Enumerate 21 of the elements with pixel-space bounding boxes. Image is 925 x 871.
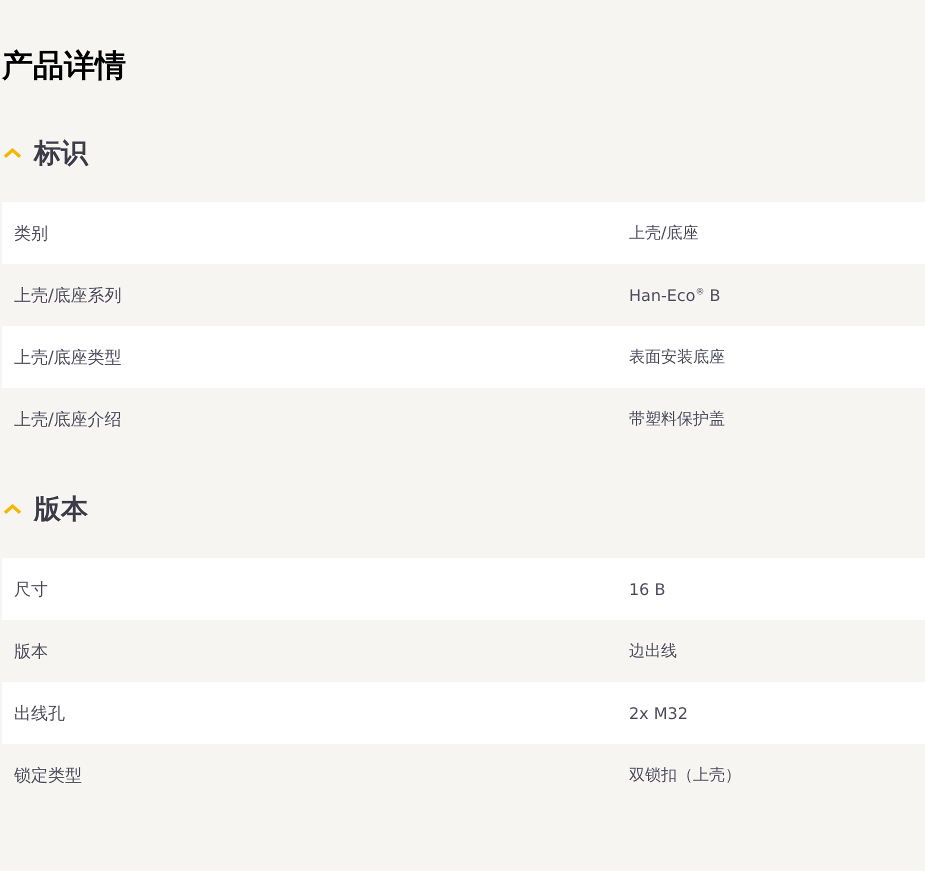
section-title[interactable]: 版本 bbox=[34, 491, 88, 527]
property-value: 16 B bbox=[629, 580, 666, 598]
property-label: 尺寸 bbox=[13, 578, 49, 600]
property-label: 上壳/底座类型 bbox=[13, 346, 123, 368]
caret-icon[interactable] bbox=[3, 147, 22, 159]
property-value: 边出线 bbox=[629, 640, 677, 662]
property-value: 表面安装底座 bbox=[629, 346, 725, 368]
property-value: 2x M32 bbox=[629, 704, 688, 722]
property-label: 上壳/底座介绍 bbox=[13, 408, 123, 430]
property-value: 上壳/底座 bbox=[629, 222, 698, 244]
section-title[interactable]: 标识 bbox=[34, 135, 88, 171]
property-value: 双锁扣（上壳） bbox=[629, 764, 741, 786]
property-label: 版本 bbox=[13, 640, 49, 662]
property-label: 锁定类型 bbox=[13, 764, 83, 786]
property-label: 上壳/底座系列 bbox=[13, 284, 123, 306]
caret-icon[interactable] bbox=[3, 503, 22, 515]
property-value: Han-Eco$^{®}$ B bbox=[629, 286, 721, 304]
property-value: 带塑料保护盖 bbox=[629, 408, 725, 430]
property-label: 出线孔 bbox=[13, 702, 66, 724]
page-title: 产品详情 bbox=[2, 47, 127, 86]
property-label: 类别 bbox=[13, 222, 49, 244]
